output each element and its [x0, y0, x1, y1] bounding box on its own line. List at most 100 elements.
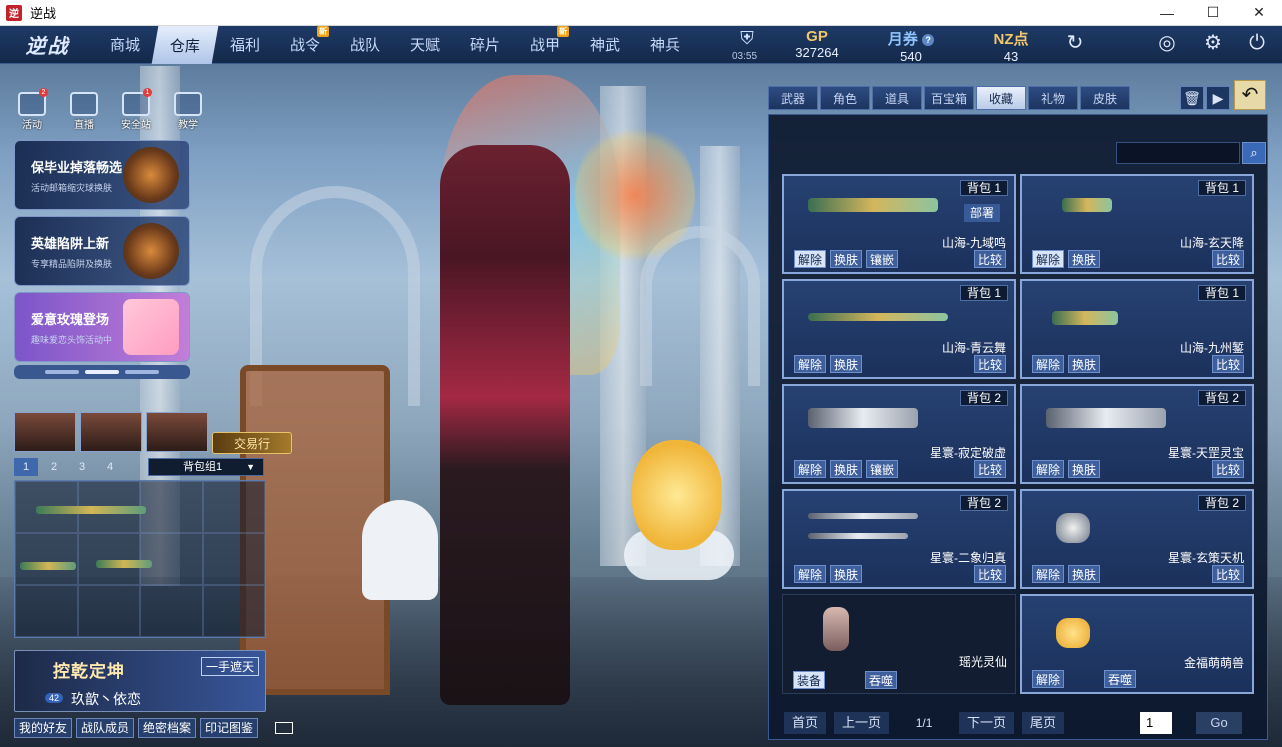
friends-button[interactable]: 我的好友: [14, 718, 73, 738]
remove-button[interactable]: 解除: [1032, 670, 1065, 688]
nav-tab[interactable]: 战队: [335, 26, 395, 64]
maximize-button[interactable]: ☐: [1190, 0, 1236, 26]
devour-button[interactable]: 吞噬: [865, 671, 898, 689]
compare-button[interactable]: 比较: [973, 565, 1006, 583]
skin-button[interactable]: 换肤: [1068, 565, 1101, 583]
compare-button[interactable]: 比较: [973, 355, 1006, 373]
archive-button[interactable]: 绝密档案: [138, 718, 197, 738]
loadout-tab[interactable]: 2: [42, 458, 66, 476]
nav-tab[interactable]: 碎片: [455, 26, 515, 64]
remove-button[interactable]: 解除: [794, 355, 827, 373]
remove-button[interactable]: 解除: [794, 250, 827, 268]
nav-tab[interactable]: 神兵: [635, 26, 695, 64]
category-tab[interactable]: 礼物: [1028, 86, 1078, 110]
remove-button[interactable]: 解除: [794, 460, 827, 478]
character-portrait[interactable]: [146, 412, 208, 452]
skin-button[interactable]: 换肤: [830, 460, 863, 478]
deploy-button[interactable]: 部署: [963, 204, 1000, 222]
compare-button[interactable]: 比较: [1211, 460, 1244, 478]
nav-tab[interactable]: 战令新: [275, 25, 335, 64]
category-tab[interactable]: 百宝箱: [924, 86, 974, 110]
remove-button[interactable]: 解除: [1032, 460, 1065, 478]
loadout-tab[interactable]: 3: [70, 458, 94, 476]
remove-button[interactable]: 解除: [1032, 355, 1065, 373]
loadout-slot[interactable]: [202, 585, 265, 637]
inlay-button[interactable]: 镶嵌: [866, 250, 899, 268]
next-page-button[interactable]: 下一页: [959, 712, 1015, 734]
character-portrait[interactable]: [80, 412, 142, 452]
loadout-slot[interactable]: [202, 533, 265, 585]
refresh-icon[interactable]: ↻: [1062, 30, 1088, 56]
loadout-tab[interactable]: 4: [98, 458, 122, 476]
gear-icon[interactable]: ⚙: [1200, 30, 1226, 56]
loadout-slot[interactable]: [140, 585, 203, 637]
loadout-slot[interactable]: [77, 585, 140, 637]
close-button[interactable]: ✕: [1236, 0, 1282, 26]
character-portrait[interactable]: [14, 412, 76, 452]
loadout-slot[interactable]: [15, 585, 78, 637]
promo-card[interactable]: 爱意玫瑰登场 趣味爱恋头饰活动中: [14, 292, 190, 362]
shortcut-live[interactable]: 直播: [64, 92, 104, 131]
shortcut-activity[interactable]: 2 活动: [12, 88, 52, 131]
skin-button[interactable]: 换肤: [830, 250, 863, 268]
mail-icon[interactable]: [275, 722, 293, 734]
skin-button[interactable]: 换肤: [1068, 460, 1101, 478]
item-card[interactable]: 背包 2 星寰-玄策天机 解除 换肤 比较: [1020, 489, 1254, 589]
loadout-slot[interactable]: [202, 481, 265, 533]
inlay-button[interactable]: 镶嵌: [866, 460, 899, 478]
compare-button[interactable]: 比较: [1211, 355, 1244, 373]
nav-tab[interactable]: 商城: [95, 26, 155, 64]
prev-page-button[interactable]: 上一页: [834, 712, 890, 734]
first-page-button[interactable]: 首页: [784, 712, 827, 734]
compare-button[interactable]: 比较: [1211, 250, 1244, 268]
item-card[interactable]: 背包 2 星寰-二象归真 解除 换肤 比较: [782, 489, 1016, 589]
compare-button[interactable]: 比较: [973, 460, 1006, 478]
loadout-slot[interactable]: [15, 533, 78, 585]
item-card[interactable]: 金福萌萌兽 解除 吞噬: [1020, 594, 1254, 694]
item-card[interactable]: 背包 1 部署 山海-九域鸣 解除 换肤 镶嵌 比较: [782, 174, 1016, 274]
last-page-button[interactable]: 尾页: [1022, 712, 1065, 734]
nav-tab[interactable]: 战甲新: [515, 25, 575, 64]
shield-icon[interactable]: ⛨: [736, 28, 758, 50]
skin-button[interactable]: 换肤: [830, 355, 863, 373]
camera-icon[interactable]: ▶: [1206, 86, 1230, 110]
category-tab[interactable]: 收藏: [976, 86, 1026, 110]
shortcut-safety[interactable]: 1 安全站: [116, 88, 156, 131]
trade-button[interactable]: 交易行: [212, 432, 292, 454]
equip-button[interactable]: 装备: [793, 671, 826, 689]
loadout-slot[interactable]: [140, 533, 203, 585]
power-icon[interactable]: ⏻: [1244, 30, 1270, 56]
remove-button[interactable]: 解除: [1032, 565, 1065, 583]
remove-button[interactable]: 解除: [794, 565, 827, 583]
mark-gallery-button[interactable]: 印记图鉴: [200, 718, 259, 738]
minimize-button[interactable]: —: [1144, 0, 1190, 26]
shortcut-tutorial[interactable]: 教学: [168, 92, 208, 131]
search-input[interactable]: [1116, 142, 1240, 164]
skin-button[interactable]: 换肤: [830, 565, 863, 583]
devour-button[interactable]: 吞噬: [1104, 670, 1137, 688]
page-number-input[interactable]: 1: [1140, 712, 1172, 734]
item-card[interactable]: 背包 1 山海-玄天降 解除 换肤 比较: [1020, 174, 1254, 274]
help-icon[interactable]: ?: [922, 34, 935, 47]
broadcast-icon[interactable]: ◎: [1154, 30, 1180, 56]
rank-banner[interactable]: 控乾定坤 一手遮天 42 玖歆丶依恋: [14, 650, 266, 712]
item-card[interactable]: 背包 2 星寰-寂定破虚 解除 换肤 镶嵌 比较: [782, 384, 1016, 484]
promo-card[interactable]: 保毕业掉落畅选 活动邮箱缩灾球换肤: [14, 140, 190, 210]
loadout-slot[interactable]: [140, 481, 203, 533]
nav-tab[interactable]: 神武: [575, 26, 635, 64]
item-card[interactable]: 背包 1 山海-青云舞 解除 换肤 比较: [782, 279, 1016, 379]
search-icon[interactable]: ⌕: [1242, 142, 1266, 164]
item-card[interactable]: 背包 1 山海-九州錾 解除 换肤 比较: [1020, 279, 1254, 379]
promo-pager[interactable]: [14, 365, 190, 379]
promo-card[interactable]: 英雄陷阱上新 专享精品陷阱及换肤: [14, 216, 190, 286]
skin-button[interactable]: 换肤: [1068, 355, 1101, 373]
compare-button[interactable]: 比较: [1211, 565, 1244, 583]
team-members-button[interactable]: 战队成员: [76, 718, 135, 738]
category-tab[interactable]: 武器: [768, 86, 818, 110]
nav-tab[interactable]: 福利: [215, 26, 275, 64]
loadout-slot[interactable]: [77, 533, 140, 585]
compare-button[interactable]: 比较: [973, 250, 1006, 268]
go-button[interactable]: Go: [1196, 712, 1242, 734]
loadout-tab[interactable]: 1: [14, 458, 38, 476]
back-icon[interactable]: ↶: [1234, 80, 1266, 110]
